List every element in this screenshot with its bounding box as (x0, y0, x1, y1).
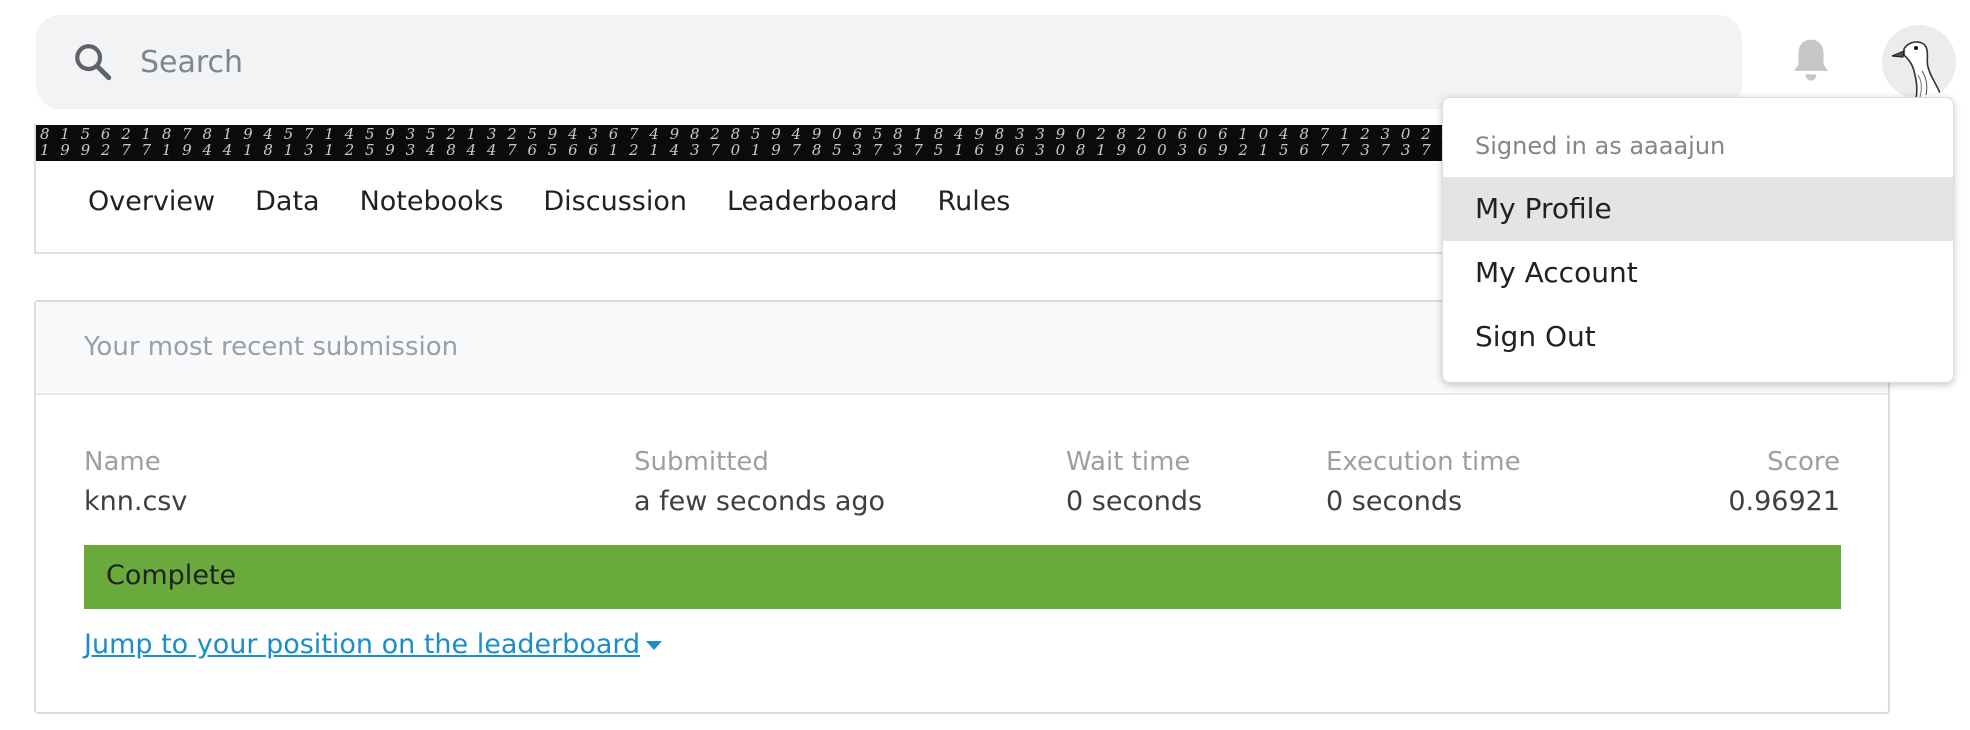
tab-overview[interactable]: Overview (88, 186, 215, 217)
menu-item-my-profile[interactable]: My Profile (1443, 177, 1953, 241)
bell-icon[interactable] (1789, 36, 1833, 86)
user-menu-dropdown: Signed in as aaaajun My Profile My Accou… (1442, 97, 1954, 383)
menu-item-sign-out[interactable]: Sign Out (1443, 305, 1953, 369)
jump-to-leaderboard-link[interactable]: Jump to your position on the leaderboard (84, 629, 663, 660)
search-icon (75, 44, 112, 81)
wait-time-value: 0 seconds (1066, 486, 1203, 517)
tab-leaderboard[interactable]: Leaderboard (727, 186, 898, 217)
submission-title: Your most recent submission (84, 332, 459, 362)
status-bar: Complete (84, 545, 1841, 609)
tab-discussion[interactable]: Discussion (543, 186, 687, 217)
menu-item-my-account[interactable]: My Account (1443, 241, 1953, 305)
search-input[interactable] (140, 15, 1690, 109)
name-label: Name (84, 447, 161, 477)
search-bar[interactable] (36, 15, 1742, 109)
execution-time-label: Execution time (1326, 447, 1521, 477)
tab-rules[interactable]: Rules (938, 186, 1011, 217)
execution-time-value: 0 seconds (1326, 486, 1463, 517)
wait-time-label: Wait time (1066, 447, 1191, 477)
caret-down-icon (646, 641, 663, 650)
jump-link-label: Jump to your position on the leaderboard (84, 629, 641, 660)
score-value: 0.96921 (1728, 486, 1840, 517)
avatar[interactable] (1882, 25, 1956, 99)
banner-digits-row: 1 9 9 2 7 7 1 9 4 4 1 8 1 3 1 2 5 9 3 4 … (40, 141, 1455, 159)
status-text: Complete (106, 560, 237, 591)
goose-avatar-icon (1882, 25, 1956, 99)
submitted-label: Submitted (634, 447, 769, 477)
name-value: knn.csv (84, 486, 188, 517)
submitted-value: a few seconds ago (634, 486, 886, 517)
score-label: Score (1767, 447, 1840, 477)
signed-in-as-text: Signed in as aaaajun (1475, 132, 1726, 160)
competition-tabs: Overview Data Notebooks Discussion Leade… (88, 186, 1010, 217)
tab-data[interactable]: Data (255, 186, 319, 217)
tab-notebooks[interactable]: Notebooks (360, 186, 504, 217)
